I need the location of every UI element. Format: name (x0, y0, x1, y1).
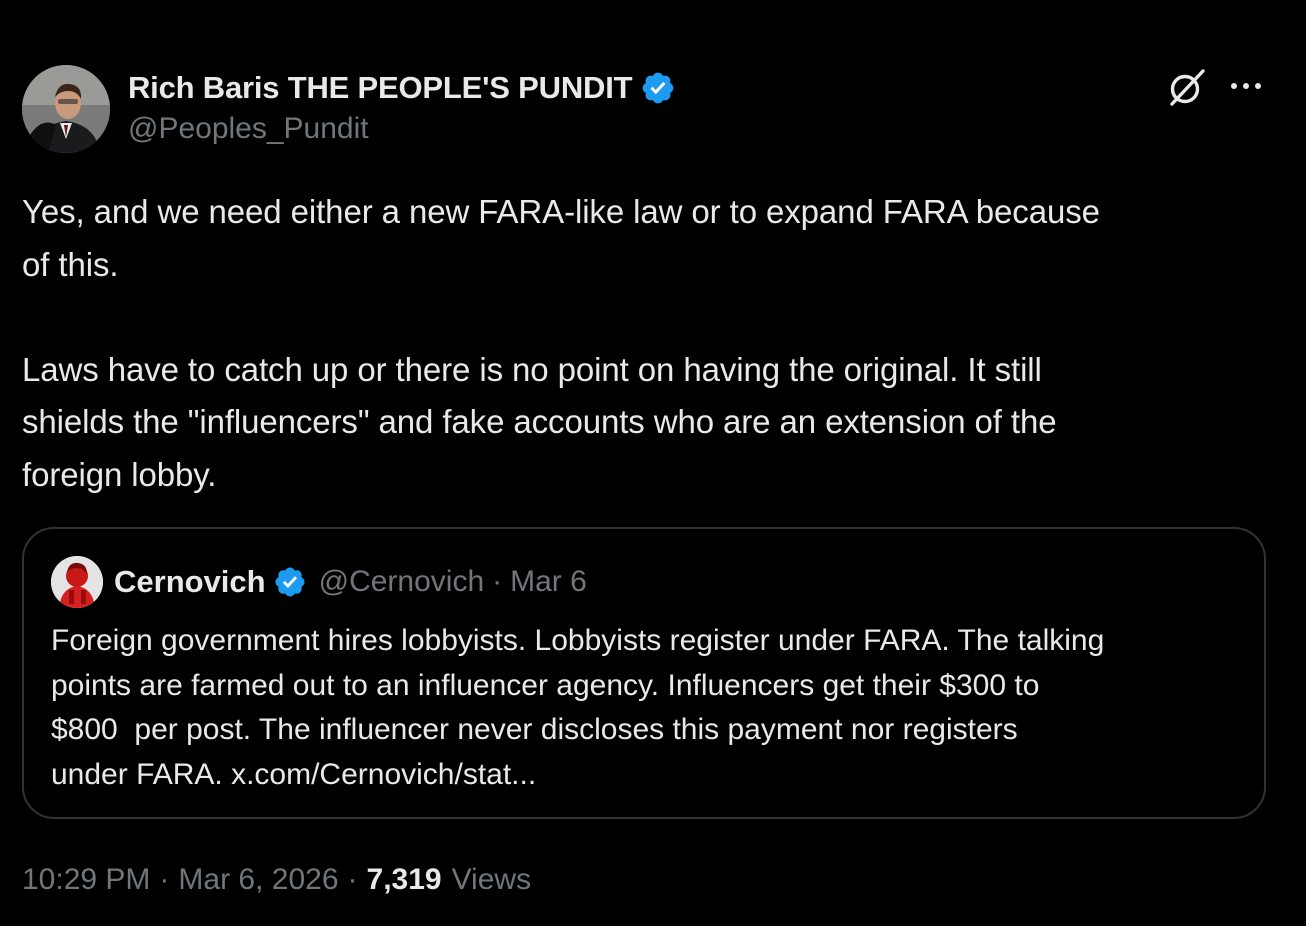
quote-text: Foreign government hires lobbyists. Lobb… (51, 624, 1105, 791)
author-display-name[interactable]: Rich Baris THE PEOPLE'S PUNDIT (128, 70, 633, 106)
more-options-icon[interactable] (1226, 70, 1266, 102)
tweet-meta: 10:29 PM · Mar 6, 2026 · 7,319 Views (22, 858, 531, 902)
views-label: Views (451, 863, 532, 896)
tweet-date[interactable]: Mar 6, 2026 (178, 863, 338, 897)
author-info: Rich Baris THE PEOPLE'S PUNDIT @Peoples_… (128, 66, 676, 156)
quote-header: Cernovich @Cernovich · Mar 6 (114, 559, 587, 605)
author-name-row: Rich Baris THE PEOPLE'S PUNDIT (128, 66, 676, 110)
grok-icon[interactable] (1166, 66, 1208, 108)
quote-author-display-name[interactable]: Cernovich (114, 564, 266, 600)
meta-separator: · (159, 863, 170, 896)
author-avatar[interactable] (22, 65, 110, 153)
tweet-text: Yes, and we need either a new FARA-like … (22, 193, 1100, 493)
quote-author-avatar[interactable] (51, 556, 103, 608)
tweet: Rich Baris THE PEOPLE'S PUNDIT @Peoples_… (0, 0, 1306, 926)
quoted-tweet-card[interactable]: Cernovich @Cernovich · Mar 6 Foreign gov… (22, 527, 1266, 819)
verified-badge-icon[interactable] (273, 565, 307, 599)
meta-separator: · (347, 863, 358, 896)
quote-author-handle[interactable]: @Cernovich (319, 565, 485, 599)
quote-date[interactable]: Mar 6 (510, 565, 587, 599)
views-count[interactable]: 7,319 (367, 863, 442, 897)
verified-badge-icon[interactable] (640, 70, 676, 106)
tweet-time[interactable]: 10:29 PM (22, 863, 150, 897)
author-handle[interactable]: @Peoples_Pundit (128, 112, 676, 146)
quote-separator: · (492, 565, 503, 598)
